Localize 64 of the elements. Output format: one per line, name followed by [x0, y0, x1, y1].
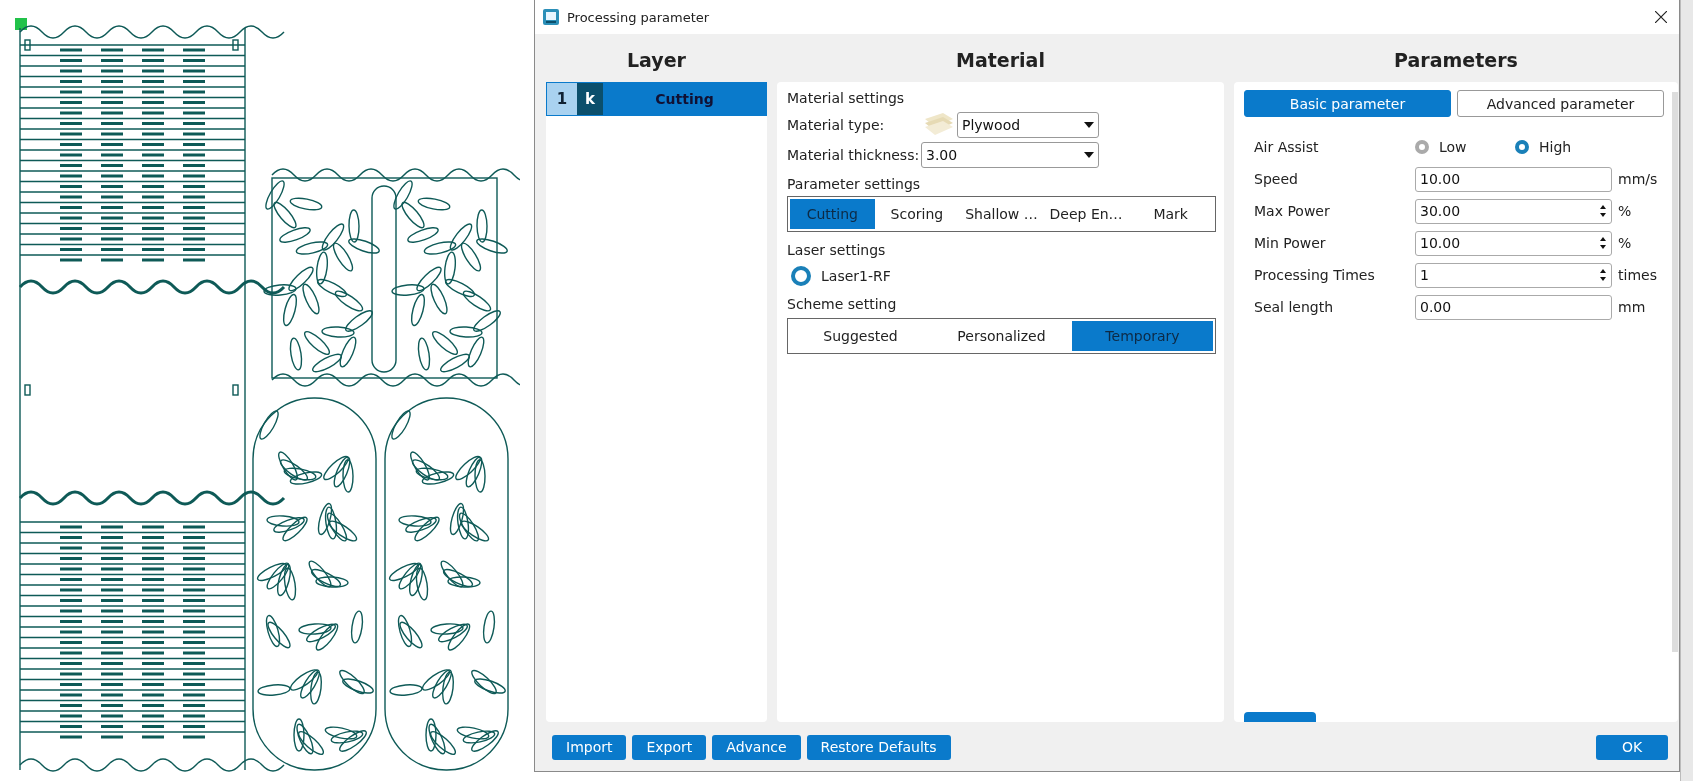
- field-value: 10.00: [1420, 235, 1461, 251]
- value-field[interactable]: 1: [1415, 262, 1612, 288]
- ok-button[interactable]: OK: [1596, 734, 1668, 760]
- field-label: Material thickness:: [787, 147, 921, 163]
- air-assist-option[interactable]: High: [1515, 139, 1615, 155]
- field-value: 30.00: [1420, 203, 1461, 219]
- unit-label: mm: [1618, 299, 1646, 315]
- mode-tab[interactable]: Shallow …: [959, 199, 1044, 229]
- action-button[interactable]: Advance: [712, 734, 801, 760]
- field-label: Processing Times: [1254, 267, 1376, 283]
- column-heading: Layer: [626, 48, 687, 71]
- unit-label: %: [1618, 203, 1632, 219]
- unit-label: %: [1618, 235, 1632, 251]
- field-label: Air Assist: [1254, 139, 1320, 155]
- layer-mode-badge: k: [577, 83, 603, 115]
- action-button[interactable]: Restore Defaults: [806, 734, 951, 760]
- field-label: Max Power: [1254, 203, 1331, 219]
- action-button[interactable]: Export: [632, 734, 707, 760]
- column-heading: Parameters: [1393, 48, 1519, 71]
- close-icon: [1655, 11, 1667, 23]
- field-label: Speed: [1254, 171, 1299, 187]
- scheme-tab[interactable]: Personalized: [931, 321, 1072, 351]
- scrollbar[interactable]: [1672, 92, 1678, 652]
- window-title: Processing parameter: [567, 9, 711, 25]
- scheme-tab[interactable]: Suggested: [790, 321, 931, 351]
- value-field[interactable]: 30.00: [1415, 198, 1612, 224]
- laser-option[interactable]: Laser1-RF: [787, 264, 1224, 288]
- value-field[interactable]: 0.00: [1415, 294, 1612, 320]
- value-field[interactable]: 10.00: [1415, 166, 1612, 192]
- action-button[interactable]: Import: [552, 734, 627, 760]
- unit-label: mm/s: [1618, 171, 1658, 187]
- app-icon: [543, 9, 559, 25]
- field-label: Seal length: [1254, 299, 1335, 315]
- layer-number: 1: [547, 83, 577, 115]
- air-assist-option[interactable]: Low: [1415, 139, 1515, 155]
- parameter-tab[interactable]: Advanced parameter: [1457, 90, 1664, 117]
- radio-button[interactable]: [1415, 140, 1429, 154]
- parameter-tab[interactable]: Basic parameter: [1244, 90, 1451, 117]
- radio-button[interactable]: [791, 266, 811, 286]
- field-value: 1: [1420, 267, 1429, 283]
- layer-name: Cutting: [654, 90, 715, 109]
- field-value: 10.00: [1420, 171, 1461, 187]
- section-title: Scheme setting: [787, 296, 898, 312]
- field-label: Material type:: [787, 117, 886, 133]
- section-title: Laser settings: [787, 242, 887, 258]
- spin-arrows-icon[interactable]: [1599, 203, 1607, 219]
- dropdown-caret-icon: [1084, 152, 1094, 158]
- section-title: Parameter settings: [787, 176, 922, 192]
- layer-row[interactable]: 1 k Cutting: [546, 82, 767, 116]
- section-title: Material settings: [787, 90, 906, 106]
- field-value: 0.00: [1420, 299, 1452, 315]
- dropdown-caret-icon: [1084, 122, 1094, 128]
- mode-tab[interactable]: Scoring: [874, 199, 960, 229]
- thickness-dropdown[interactable]: 3.00: [921, 142, 1099, 168]
- column-heading: Material: [955, 48, 1046, 71]
- unit-label: times: [1618, 267, 1657, 283]
- mode-tab[interactable]: Deep En…: [1043, 199, 1129, 229]
- mode-tab[interactable]: Mark: [1128, 199, 1213, 229]
- spin-arrows-icon[interactable]: [1599, 267, 1607, 283]
- value-field[interactable]: 10.00: [1415, 230, 1612, 256]
- spin-arrows-icon[interactable]: [1599, 235, 1607, 251]
- material-type-dropdown[interactable]: Plywood: [957, 112, 1099, 138]
- radio-button[interactable]: [1515, 140, 1529, 154]
- field-label: Min Power: [1254, 235, 1327, 251]
